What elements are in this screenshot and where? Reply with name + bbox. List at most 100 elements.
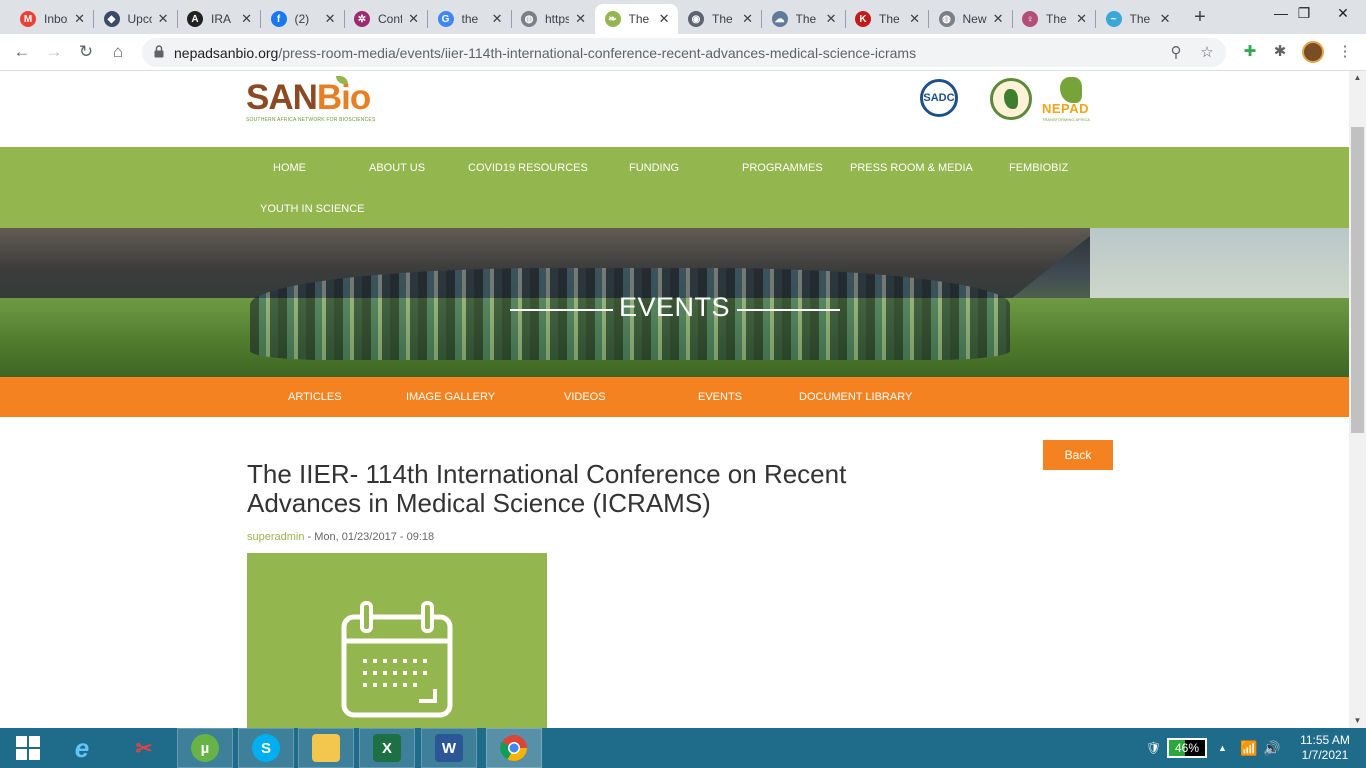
- url-text[interactable]: nepadsanbio.org/press-room-media/events/…: [174, 45, 916, 61]
- address-bar[interactable]: nepadsanbio.org/press-room-media/events/…: [142, 38, 1226, 67]
- url-domain: nepadsanbio.org: [174, 45, 279, 61]
- nav-press-room-media[interactable]: PRESS ROOM & MEDIA: [850, 162, 973, 174]
- chrome-menu-icon[interactable]: ⋮: [1335, 42, 1355, 62]
- subnav-events[interactable]: EVENTS: [698, 391, 742, 403]
- browser-tab[interactable]: ◆ Upcoming ✕: [94, 4, 177, 34]
- tab-close-icon[interactable]: ✕: [826, 11, 837, 27]
- tab-close-icon[interactable]: ✕: [241, 11, 252, 27]
- bookmark-star-icon[interactable]: ☆: [1197, 43, 1217, 63]
- scroll-down-arrow-icon[interactable]: ▼: [1349, 714, 1366, 728]
- k-icon: K: [855, 11, 871, 27]
- sanbio-logo[interactable]: SANBio SOUTHERN AFRICA NETWORK FOR BIOSC…: [246, 76, 376, 123]
- tab-close-icon[interactable]: ✕: [909, 11, 920, 27]
- nav-covid19-resources[interactable]: COVID19 RESOURCES: [468, 162, 588, 174]
- page-scrollbar[interactable]: ▲ ▼: [1349, 71, 1366, 728]
- nav-youth-in-science[interactable]: YOUTH IN SCIENCE: [260, 203, 365, 215]
- nav-home[interactable]: HOME: [273, 162, 306, 174]
- tab-close-icon[interactable]: ✕: [993, 11, 1004, 27]
- tab-close-icon[interactable]: ✕: [408, 11, 419, 27]
- nav-programmes[interactable]: PROGRAMMES: [742, 162, 823, 174]
- forward-arrow-icon[interactable]: →: [42, 40, 66, 64]
- zoom-search-icon[interactable]: ⚲: [1166, 43, 1186, 63]
- browser-tab[interactable]: ❧ The ✕: [594, 4, 678, 34]
- home-icon[interactable]: ⌂: [106, 40, 130, 64]
- nav-funding[interactable]: FUNDING: [629, 162, 679, 174]
- browser-tab[interactable]: A IRA ✕: [177, 4, 260, 34]
- browser-tab[interactable]: ☁ The ✕: [762, 4, 845, 34]
- browser-tab[interactable]: ◉ The ✕: [678, 4, 761, 34]
- new-tab-button[interactable]: +: [1188, 6, 1212, 30]
- network-icon[interactable]: 📶: [1240, 728, 1257, 768]
- author-link[interactable]: superadmin: [247, 531, 304, 543]
- volume-icon[interactable]: 🔊: [1263, 728, 1280, 768]
- tab-close-icon[interactable]: ✕: [1076, 11, 1087, 27]
- tab-title: Inbox: [44, 12, 68, 26]
- browser-tab[interactable]: Gthe ✕: [428, 4, 511, 34]
- tab-title: Conference: [378, 12, 402, 26]
- scroll-up-arrow-icon[interactable]: ▲: [1349, 71, 1366, 85]
- logo-san-text: SAN: [246, 78, 318, 117]
- scrollbar-thumb[interactable]: [1351, 127, 1364, 433]
- reload-icon[interactable]: ↻: [74, 40, 98, 64]
- internet-explorer-app[interactable]: e: [54, 728, 110, 768]
- browser-tab[interactable]: ✲ Conference ✕: [344, 4, 427, 34]
- subnav-image-gallery[interactable]: IMAGE GALLERY: [406, 391, 495, 403]
- close-window-button[interactable]: ✕: [1320, 0, 1366, 30]
- utorrent-icon: µ: [191, 734, 219, 762]
- tab-close-icon[interactable]: ✕: [659, 11, 670, 27]
- show-hidden-icons-icon[interactable]: ▲: [1218, 728, 1227, 768]
- skype-app[interactable]: S: [238, 728, 294, 768]
- browser-tab[interactable]: ~ The ✕: [1096, 4, 1179, 34]
- extensions-puzzle-icon[interactable]: ✱: [1270, 42, 1290, 62]
- browser-tab[interactable]: ◍ https ✕: [511, 4, 594, 34]
- tab-close-icon[interactable]: ✕: [74, 11, 85, 27]
- snipping-tool-icon: ✂: [135, 737, 153, 760]
- ribbon-icon: ♀: [1022, 11, 1038, 27]
- subnav-articles[interactable]: ARTICLES: [288, 391, 342, 403]
- subnav-videos[interactable]: VIDEOS: [564, 391, 606, 403]
- african-union-logo[interactable]: [990, 78, 1032, 120]
- browser-tab[interactable]: ◍ New ✕: [929, 4, 1012, 34]
- browser-tab[interactable]: K The ✕: [845, 4, 928, 34]
- tab-close-icon[interactable]: ✕: [1160, 11, 1171, 27]
- nav-fembiobiz[interactable]: FEMBIOBIZ: [1009, 162, 1068, 174]
- nepad-logo[interactable]: NEPAD TRANSFORMING AFRICA: [1042, 77, 1104, 123]
- extension-add-icon[interactable]: ✚: [1240, 42, 1260, 62]
- back-button[interactable]: Back: [1043, 440, 1113, 470]
- tab-close-icon[interactable]: ✕: [492, 11, 503, 27]
- tab-close-icon[interactable]: ✕: [575, 11, 586, 27]
- browser-tab[interactable]: ♀ The ✕: [1012, 4, 1095, 34]
- snipping-tool-app[interactable]: ✂: [116, 728, 172, 768]
- facebook-icon: f: [270, 11, 287, 27]
- start-button[interactable]: [0, 728, 56, 768]
- tab-close-icon[interactable]: ✕: [158, 11, 169, 27]
- internet-explorer-icon: e: [74, 732, 90, 763]
- system-clock[interactable]: 11:55 AM 1/7/2021: [1290, 733, 1360, 763]
- logo-tagline: SOUTHERN AFRICA NETWORK FOR BIOSCIENCES: [246, 117, 376, 123]
- tab-close-icon[interactable]: ✕: [325, 11, 336, 27]
- word-app[interactable]: W: [421, 728, 477, 768]
- tab-title: https: [545, 12, 569, 26]
- post-date: - Mon, 01/23/2017 - 09:18: [304, 531, 435, 543]
- hero-photo-sky: [1090, 228, 1349, 298]
- utorrent-app[interactable]: µ: [177, 728, 233, 768]
- back-arrow-icon[interactable]: ←: [10, 40, 34, 64]
- security-shield-icon[interactable]: 🛡: [1146, 728, 1161, 768]
- globe-icon: ◍: [521, 11, 537, 27]
- browser-tab[interactable]: f (2) ✕: [261, 4, 344, 34]
- browser-tab[interactable]: M Inbox ✕: [10, 4, 93, 34]
- site-header: SANBio SOUTHERN AFRICA NETWORK FOR BIOSC…: [0, 71, 1349, 147]
- tab-close-icon[interactable]: ✕: [742, 11, 753, 27]
- subnav-document-library[interactable]: DOCUMENT LIBRARY: [799, 391, 912, 403]
- google-icon: G: [437, 11, 454, 27]
- excel-app[interactable]: X: [359, 728, 415, 768]
- battery-percent: 46%: [1174, 741, 1200, 755]
- chrome-app[interactable]: [486, 728, 542, 768]
- ira-icon: A: [187, 11, 203, 27]
- battery-indicator[interactable]: 46%: [1167, 738, 1207, 758]
- sadc-logo[interactable]: SADC: [920, 79, 958, 117]
- profile-avatar[interactable]: [1302, 41, 1324, 63]
- nav-about-us[interactable]: ABOUT US: [369, 162, 425, 174]
- file-explorer-app[interactable]: [298, 728, 354, 768]
- lock-icon[interactable]: [154, 45, 164, 58]
